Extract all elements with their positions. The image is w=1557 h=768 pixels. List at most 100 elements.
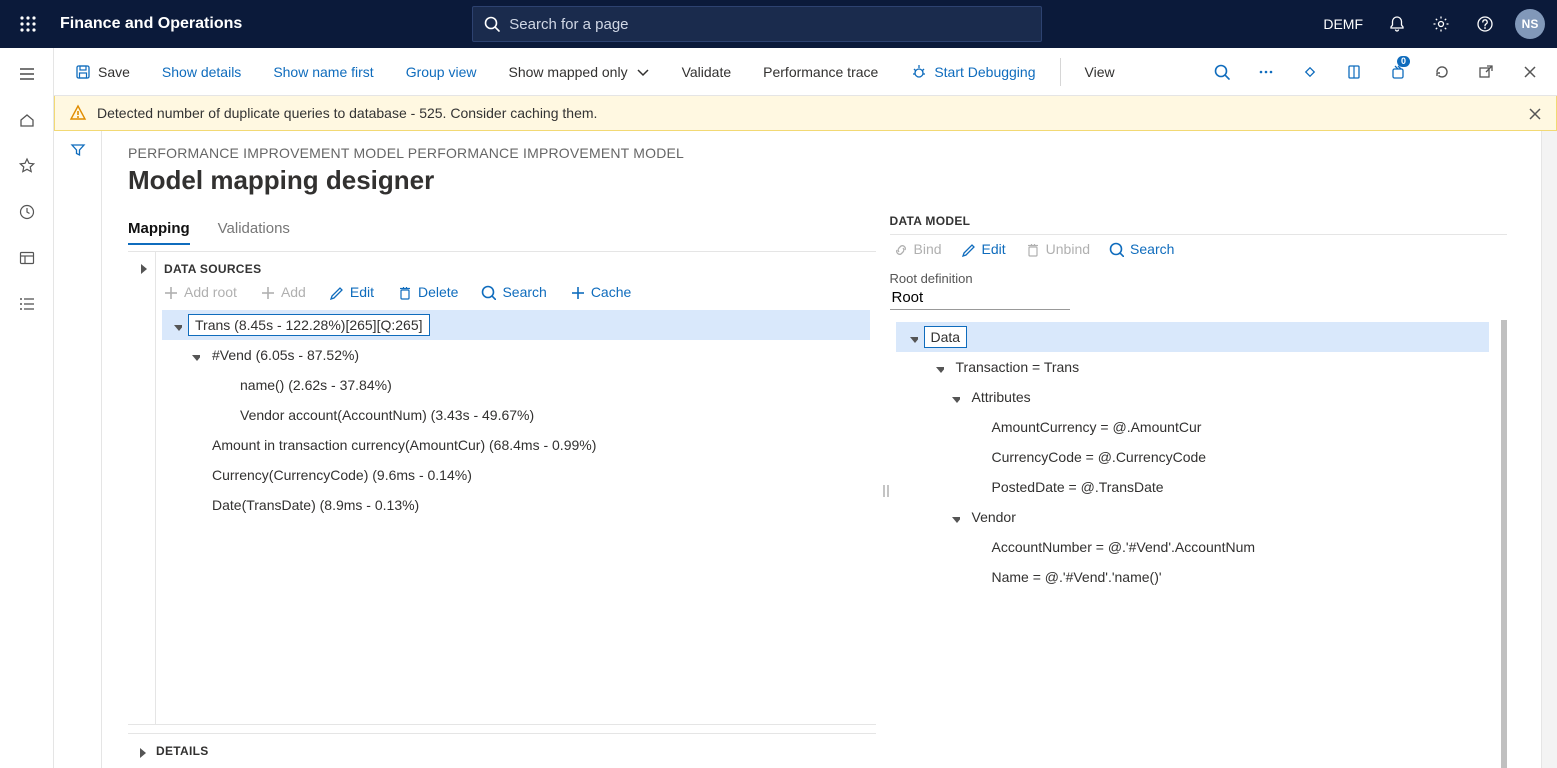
dm-search-button[interactable]: Search xyxy=(1108,241,1174,257)
avatar[interactable]: NS xyxy=(1515,9,1545,39)
page-scrollbar[interactable] xyxy=(1541,131,1557,768)
filter-icon[interactable] xyxy=(69,141,87,768)
tab-validations[interactable]: Validations xyxy=(218,214,290,245)
tree-label: PostedDate = @.TransDate xyxy=(986,477,1170,497)
edit-button[interactable]: Edit xyxy=(328,284,374,300)
tree-node-currency[interactable]: Currency(CurrencyCode) (9.6ms - 0.14%) xyxy=(162,460,870,490)
dm-node-data[interactable]: Data xyxy=(896,322,1490,352)
notifications-icon[interactable] xyxy=(1377,0,1417,48)
tree-label: Vendor xyxy=(966,507,1022,527)
attachments-icon[interactable]: 0 xyxy=(1379,48,1417,96)
root-definition-input[interactable] xyxy=(890,286,1070,310)
search-ds-button[interactable]: Search xyxy=(480,284,546,300)
expand-icon[interactable] xyxy=(904,329,920,345)
dm-edit-label: Edit xyxy=(982,241,1006,257)
workspaces-icon[interactable] xyxy=(0,236,54,280)
dm-edit-button[interactable]: Edit xyxy=(960,241,1006,257)
start-debugging-button[interactable]: Start Debugging xyxy=(898,48,1047,96)
tab-mapping[interactable]: Mapping xyxy=(128,214,190,245)
dm-node-vendor[interactable]: Vendor xyxy=(896,502,1490,532)
show-mapped-only-label: Show mapped only xyxy=(509,64,628,80)
delete-label: Delete xyxy=(418,284,458,300)
dm-node-accountnumber[interactable]: AccountNumber = @.'#Vend'.AccountNum xyxy=(896,532,1490,562)
tree-label: Vendor account(AccountNum) (3.43s - 49.6… xyxy=(234,405,540,425)
expand-icon[interactable] xyxy=(930,359,946,375)
left-nav-rail xyxy=(0,48,54,768)
validate-button[interactable]: Validate xyxy=(670,48,744,96)
data-model-tree: Data Transaction = Trans Attributes xyxy=(890,320,1496,594)
tree-node-trans[interactable]: Trans (8.45s - 122.28%)[265][Q:265] xyxy=(162,310,870,340)
dm-node-vendname[interactable]: Name = @.'#Vend'.'name()' xyxy=(896,562,1490,592)
unbind-label: Unbind xyxy=(1046,241,1090,257)
view-button[interactable]: View xyxy=(1073,48,1127,96)
dm-node-posteddate[interactable]: PostedDate = @.TransDate xyxy=(896,472,1490,502)
home-icon[interactable] xyxy=(0,98,54,142)
cache-button[interactable]: Cache xyxy=(569,284,631,300)
show-mapped-only-button[interactable]: Show mapped only xyxy=(497,48,662,96)
tree-label: Transaction = Trans xyxy=(950,357,1086,377)
modules-icon[interactable] xyxy=(0,282,54,326)
expand-icon[interactable] xyxy=(168,317,184,333)
view-label: View xyxy=(1085,64,1115,80)
delete-button[interactable]: Delete xyxy=(396,284,458,300)
show-name-first-button[interactable]: Show name first xyxy=(261,48,385,96)
global-search[interactable] xyxy=(472,6,1042,42)
debug-icon xyxy=(910,63,928,81)
tree-label: name() (2.62s - 37.84%) xyxy=(234,375,398,395)
dm-node-amountcurrency[interactable]: AmountCurrency = @.AmountCur xyxy=(896,412,1490,442)
attachments-badge: 0 xyxy=(1397,56,1410,67)
app-launcher-icon[interactable] xyxy=(4,0,52,48)
dm-node-currencycode[interactable]: CurrencyCode = @.CurrencyCode xyxy=(896,442,1490,472)
refresh-icon[interactable] xyxy=(1423,48,1461,96)
details-section[interactable]: DETAILS xyxy=(128,733,876,768)
company-code[interactable]: DEMF xyxy=(1313,16,1373,32)
data-model-title: DATA MODEL xyxy=(890,214,1508,228)
unbind-button: Unbind xyxy=(1024,241,1090,257)
splitter[interactable] xyxy=(876,214,890,768)
search-ds-label: Search xyxy=(502,284,546,300)
tree-label: Amount in transaction currency(AmountCur… xyxy=(206,435,602,455)
group-view-label: Group view xyxy=(406,64,477,80)
filter-column xyxy=(54,131,102,768)
root-definition-label: Root definition xyxy=(890,271,1508,286)
performance-trace-button[interactable]: Performance trace xyxy=(751,48,890,96)
help-icon[interactable] xyxy=(1465,0,1505,48)
save-button[interactable]: Save xyxy=(62,48,142,96)
collapse-ds-icon[interactable] xyxy=(128,252,156,724)
details-title: DETAILS xyxy=(156,744,209,758)
show-details-button[interactable]: Show details xyxy=(150,48,253,96)
add-button: Add xyxy=(259,284,306,300)
warning-close-icon[interactable] xyxy=(1526,105,1542,121)
expand-icon[interactable] xyxy=(946,389,962,405)
tree-node-amountcur[interactable]: Amount in transaction currency(AmountCur… xyxy=(162,430,870,460)
tree-node-date[interactable]: Date(TransDate) (8.9ms - 0.13%) xyxy=(162,490,870,520)
tree-node-vendor-account[interactable]: Vendor account(AccountNum) (3.43s - 49.6… xyxy=(162,400,870,430)
more-icon[interactable] xyxy=(1247,48,1285,96)
expand-icon[interactable] xyxy=(946,509,962,525)
search-input[interactable] xyxy=(509,16,1031,33)
search-icon xyxy=(483,15,501,33)
close-page-icon[interactable] xyxy=(1511,48,1549,96)
tree-label: CurrencyCode = @.CurrencyCode xyxy=(986,447,1213,467)
recent-icon[interactable] xyxy=(0,190,54,234)
save-icon xyxy=(74,63,92,81)
tree-node-name[interactable]: name() (2.62s - 37.84%) xyxy=(162,370,870,400)
expand-details-icon[interactable] xyxy=(134,744,148,758)
settings-icon[interactable] xyxy=(1421,0,1461,48)
group-view-button[interactable]: Group view xyxy=(394,48,489,96)
tree-label: Currency(CurrencyCode) (9.6ms - 0.14%) xyxy=(206,465,478,485)
breadcrumb: PERFORMANCE IMPROVEMENT MODEL PERFORMANC… xyxy=(128,145,1515,161)
book-icon[interactable] xyxy=(1335,48,1373,96)
tree-node-vend[interactable]: #Vend (6.05s - 87.52%) xyxy=(162,340,870,370)
dm-node-transaction[interactable]: Transaction = Trans xyxy=(896,352,1490,382)
favorites-icon[interactable] xyxy=(0,144,54,188)
action-search-icon[interactable] xyxy=(1203,48,1241,96)
add-root-button: Add root xyxy=(162,284,237,300)
expand-icon[interactable] xyxy=(186,347,202,363)
topbar: Finance and Operations DEMF NS xyxy=(0,0,1557,48)
hamburger-icon[interactable] xyxy=(0,52,54,96)
show-name-first-label: Show name first xyxy=(273,64,373,80)
popout-icon[interactable] xyxy=(1467,48,1505,96)
diamond-icon[interactable] xyxy=(1291,48,1329,96)
dm-node-attributes[interactable]: Attributes xyxy=(896,382,1490,412)
